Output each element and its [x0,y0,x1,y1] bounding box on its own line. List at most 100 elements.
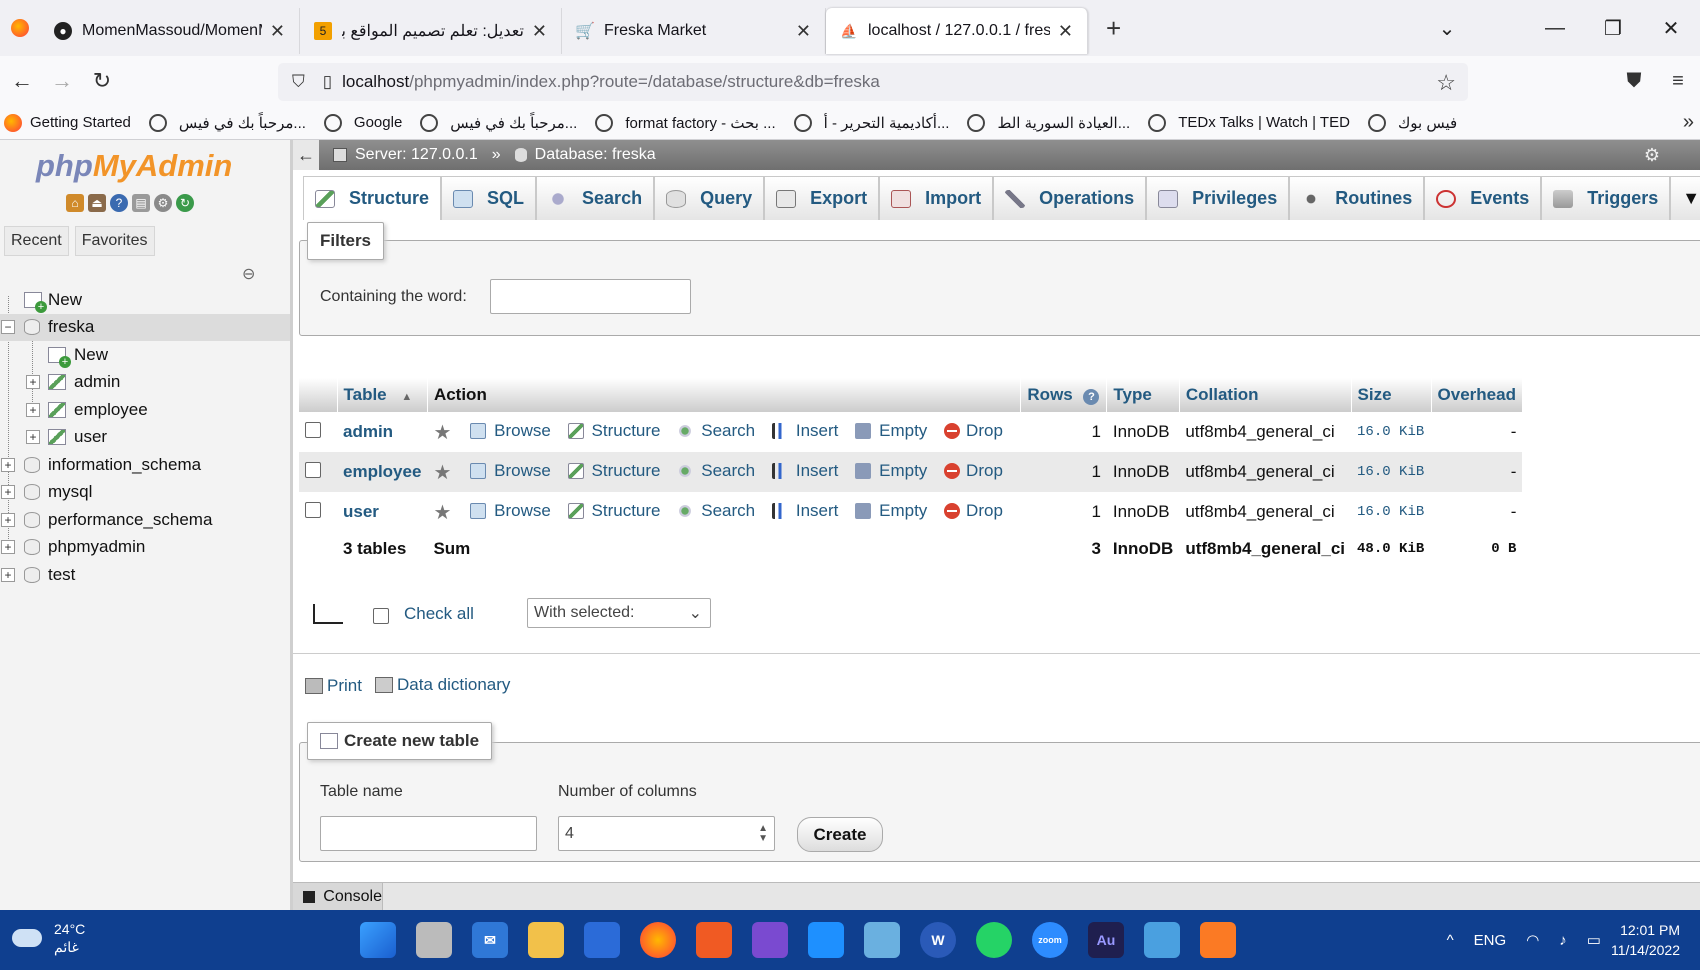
spinner-arrows-icon[interactable]: ▲ ▼ [758,823,768,844]
tree-item-test[interactable]: + test [0,561,290,589]
structure-link[interactable]: Structure [567,461,661,481]
zoom-icon[interactable]: zoom [1032,922,1068,958]
browse-link[interactable]: Browse [470,461,551,481]
drop-link[interactable]: Drop [944,501,1003,521]
phpmyadmin-logo[interactable]: phpMyAdmin [36,148,232,184]
filter-word-input[interactable] [490,279,691,314]
tab-triggers[interactable]: Triggers [1541,176,1671,220]
tab-privileges[interactable]: Privileges [1146,176,1290,220]
empty-link[interactable]: Empty [855,461,927,481]
show-hidden-icons-chevron[interactable]: ^ [1447,932,1454,949]
insert-link[interactable]: Insert [771,501,838,521]
bookmark-clinic[interactable]: العيادة السورية الط... [967,113,1130,132]
close-tab-icon[interactable]: ✕ [270,21,285,42]
expand-icon[interactable]: + [26,430,40,445]
url-bar[interactable]: ⛉ ▯ localhost /phpmyadmin/index.php?rout… [278,63,1468,101]
favorite-star-icon[interactable]: ★ [433,462,451,484]
favorites-tab[interactable]: Favorites [74,226,155,256]
page-info-icon[interactable]: ▯ [323,72,332,92]
tree-item-admin[interactable]: + admin [0,369,290,397]
audition-icon[interactable]: Au [1088,922,1124,958]
store-icon[interactable] [584,922,620,958]
file-explorer-icon[interactable] [528,922,564,958]
windows-start-icon[interactable] [360,922,396,958]
expand-icon[interactable]: + [26,402,40,417]
wifi-icon[interactable]: ◠ [1526,931,1539,949]
expand-icon[interactable]: + [26,375,40,390]
tab-import[interactable]: Import [879,176,994,220]
console-button[interactable]: Console [293,882,383,911]
check-all-link[interactable]: Check all [404,604,474,624]
breadcrumb-server[interactable]: Server: 127.0.0.1 [355,146,478,164]
drop-link[interactable]: Drop [944,421,1003,441]
tree-item-employee[interactable]: + employee [0,396,290,424]
tab-more[interactable]: ▼Mo [1670,176,1700,220]
table-name-link[interactable]: employee [343,462,421,481]
weather-widget[interactable]: 24°C غائم [12,920,85,956]
bookmark-academy[interactable]: أكاديمية التحرير - أ... [793,113,949,132]
browser-tab-github[interactable]: ● MomenMassoud/MomenMassoud ✕ [40,8,300,54]
structure-link[interactable]: Structure [567,501,661,521]
settings-icon[interactable]: ⚙ [154,194,172,212]
browser-tab-phpmyadmin[interactable]: ⛵ localhost / 127.0.0.1 / freska | phpMy… [826,8,1088,54]
help-icon[interactable]: ? [110,194,128,212]
browse-link[interactable]: Browse [470,421,551,441]
close-tab-icon[interactable]: ✕ [796,21,811,42]
pocket-icon[interactable]: ⛊ [1612,70,1656,93]
bookmark-facebook-3[interactable]: فيس بوك [1367,113,1457,132]
help-icon[interactable]: ? [1083,389,1100,405]
bookmark-google[interactable]: Google [323,113,402,132]
tab-list-chevron-icon[interactable]: ⌄ [1418,16,1476,41]
empty-link[interactable]: Empty [855,501,927,521]
bookmark-getting-started[interactable]: Getting Started [0,113,131,132]
notepad-icon[interactable] [1144,922,1180,958]
browse-link[interactable]: Browse [470,501,551,521]
col-header-overhead[interactable]: Overhead [1431,378,1523,412]
volume-icon[interactable]: ♪ [1559,932,1567,949]
tree-item-user[interactable]: + user [0,424,290,452]
shield-icon[interactable]: ⛉ [292,72,305,92]
vscode-icon[interactable] [808,922,844,958]
tree-item-phpmyadmin[interactable]: + phpmyadmin [0,534,290,562]
language-indicator[interactable]: ENG [1474,932,1507,949]
hamburger-menu-icon[interactable]: ≡ [1656,70,1700,93]
bookmark-star-icon[interactable]: ☆ [1436,70,1456,96]
bookmark-tedx[interactable]: TEDx Talks | Watch | TED [1148,113,1350,132]
bookmarks-overflow-icon[interactable]: » [1683,111,1694,134]
logout-icon[interactable]: ⏏ [88,194,106,212]
insert-link[interactable]: Insert [771,421,838,441]
collapse-icon[interactable]: − [1,320,15,335]
favorite-star-icon[interactable]: ★ [433,422,451,444]
new-tab-button[interactable]: + [1106,13,1121,44]
favorite-star-icon[interactable]: ★ [433,502,451,524]
row-checkbox[interactable] [305,421,321,438]
tab-query[interactable]: Query [654,176,765,220]
expand-icon[interactable]: + [1,485,15,500]
table-name-input[interactable] [320,816,537,851]
tree-item-freska-new[interactable]: New [0,341,290,369]
tab-operations[interactable]: Operations [993,176,1147,220]
browser-tab-freska-market[interactable]: 🛒 Freska Market ✕ [562,8,826,54]
create-button[interactable]: Create [797,817,883,852]
expand-icon[interactable]: + [1,457,15,472]
tree-item-mysql[interactable]: + mysql [0,479,290,507]
tree-item-new[interactable]: New [0,286,290,314]
row-checkbox[interactable] [305,501,321,518]
col-header-type[interactable]: Type [1106,378,1180,412]
structure-link[interactable]: Structure [567,421,661,441]
home-icon[interactable]: ⌂ [66,194,84,212]
collapse-nav-button[interactable]: ← [293,140,319,170]
breadcrumb-database[interactable]: Database: freska [535,146,656,164]
mail-icon[interactable]: ✉ [472,922,508,958]
col-header-table[interactable]: Table ▲ [337,378,428,412]
close-window-button[interactable]: ✕ [1642,16,1700,41]
reload-button[interactable]: ↻ [84,68,120,94]
virtualbox-icon[interactable] [864,922,900,958]
bookmark-facebook-1[interactable]: مرحباً بك في فيس... [148,113,306,132]
col-header-size[interactable]: Size [1351,378,1432,412]
number-of-columns-stepper[interactable]: 4 ▲ ▼ [558,816,775,851]
col-header-collation[interactable]: Collation [1179,378,1352,412]
reload-nav-icon[interactable]: ↻ [176,194,194,212]
check-all-checkbox[interactable] [373,608,389,624]
xampp-icon[interactable] [1200,922,1236,958]
